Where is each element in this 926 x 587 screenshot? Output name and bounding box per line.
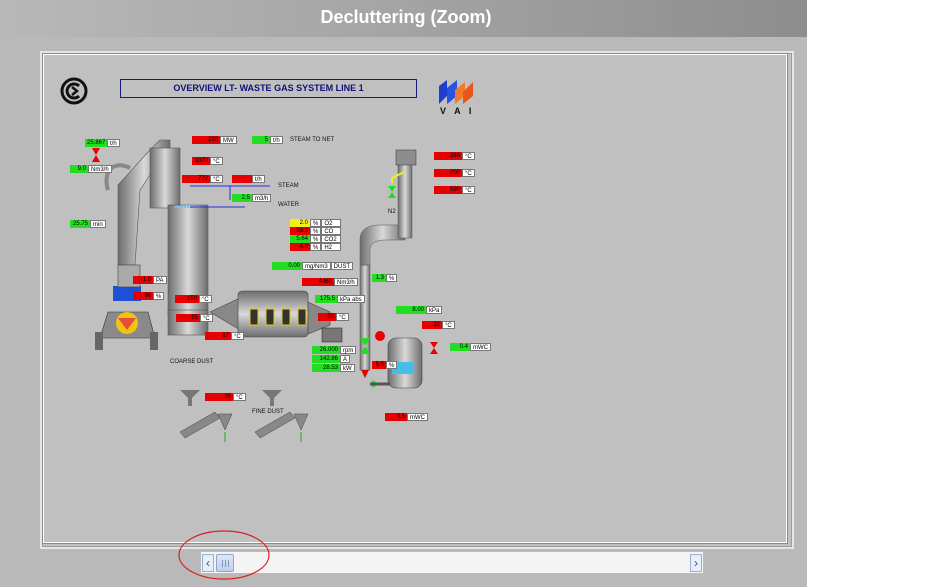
mwc2-tag[interactable]: 0.5 mWC [385,413,428,421]
amp-tag[interactable]: 142.86 A [312,355,351,363]
process-diagram [92,139,438,442]
temp5-tag[interactable]: 67 °C [205,332,244,340]
mwc1-tag[interactable]: 0.4 mWC [450,343,491,351]
kw-tag[interactable]: 28.53 kW [312,364,355,372]
o2-tag[interactable]: 2.0% O2 [290,219,342,227]
gas-flow-tag[interactable]: 9.0 Nm3/h [70,165,112,173]
highlight-circle [178,530,270,580]
co-tag[interactable]: 59.3% CO [290,227,342,235]
mw-tag[interactable]: 230 MW [192,136,237,144]
temp3-tag[interactable]: 150 °C [175,295,212,303]
h2-tag[interactable]: 4.0% H2 [290,243,342,251]
percent2-tag[interactable]: 5.5% [372,361,398,369]
app-window: Decluttering (Zoom) OVERVIEW LT- WASTE G… [0,0,807,587]
steam-net-tag[interactable]: 5 t/h [252,136,283,144]
n2-label: N2 [388,209,396,215]
horizontal-scrollbar[interactable]: ‹ › [200,551,704,574]
temp7-tag[interactable]: 32 °C [422,321,455,329]
stack-temp1-tag[interactable]: 286 °C [434,152,475,160]
steam-label: STEAM [278,183,299,189]
temp2-tag[interactable]: 772 °C [182,175,223,183]
temp6-tag[interactable]: 55 °C [318,313,349,321]
co2-tag[interactable]: 5.64% CO2 [290,235,342,243]
dust-tag[interactable]: 0.00 mg/Nm3 DUST [272,262,354,270]
fine-temp-tag[interactable]: 25 °C [205,393,246,401]
stack-temp2-tag[interactable]: 200 °C [434,169,475,177]
temp1-tag[interactable]: 1070 °C [192,157,223,165]
time-tag[interactable]: 25.75 min [70,220,106,228]
fine-dust-label: FINE DUST [252,409,284,415]
pressure-tag[interactable]: 175.5 kPa abs [315,295,365,303]
th2-tag[interactable]: t/h [232,175,265,183]
scroll-right-button[interactable]: › [690,554,702,572]
percent-tag[interactable]: 96% [133,292,165,300]
rpm-tag[interactable]: 26.000 rpm [312,346,357,354]
steam-to-net-label: STEAM TO NET [290,137,335,143]
coarse-dust-label: COARSE DUST [170,359,214,365]
temp4-tag[interactable]: 55 °C [176,314,213,322]
water-flow-tag[interactable]: 2.5 m3/h [232,194,272,202]
pa-tag[interactable]: -1.0 PA [133,276,167,284]
steam-flow-tag[interactable]: 25.867 t/h [85,139,120,147]
kpa-tag[interactable]: 8.00 kPa [396,306,443,314]
water-label: WATER [278,202,299,208]
valve-tag[interactable]: 1.3% [372,274,398,282]
stack-temp3-tag[interactable]: 590 °C [434,186,475,194]
flow2-tag[interactable]: 4460 Nm3/h [302,278,358,286]
